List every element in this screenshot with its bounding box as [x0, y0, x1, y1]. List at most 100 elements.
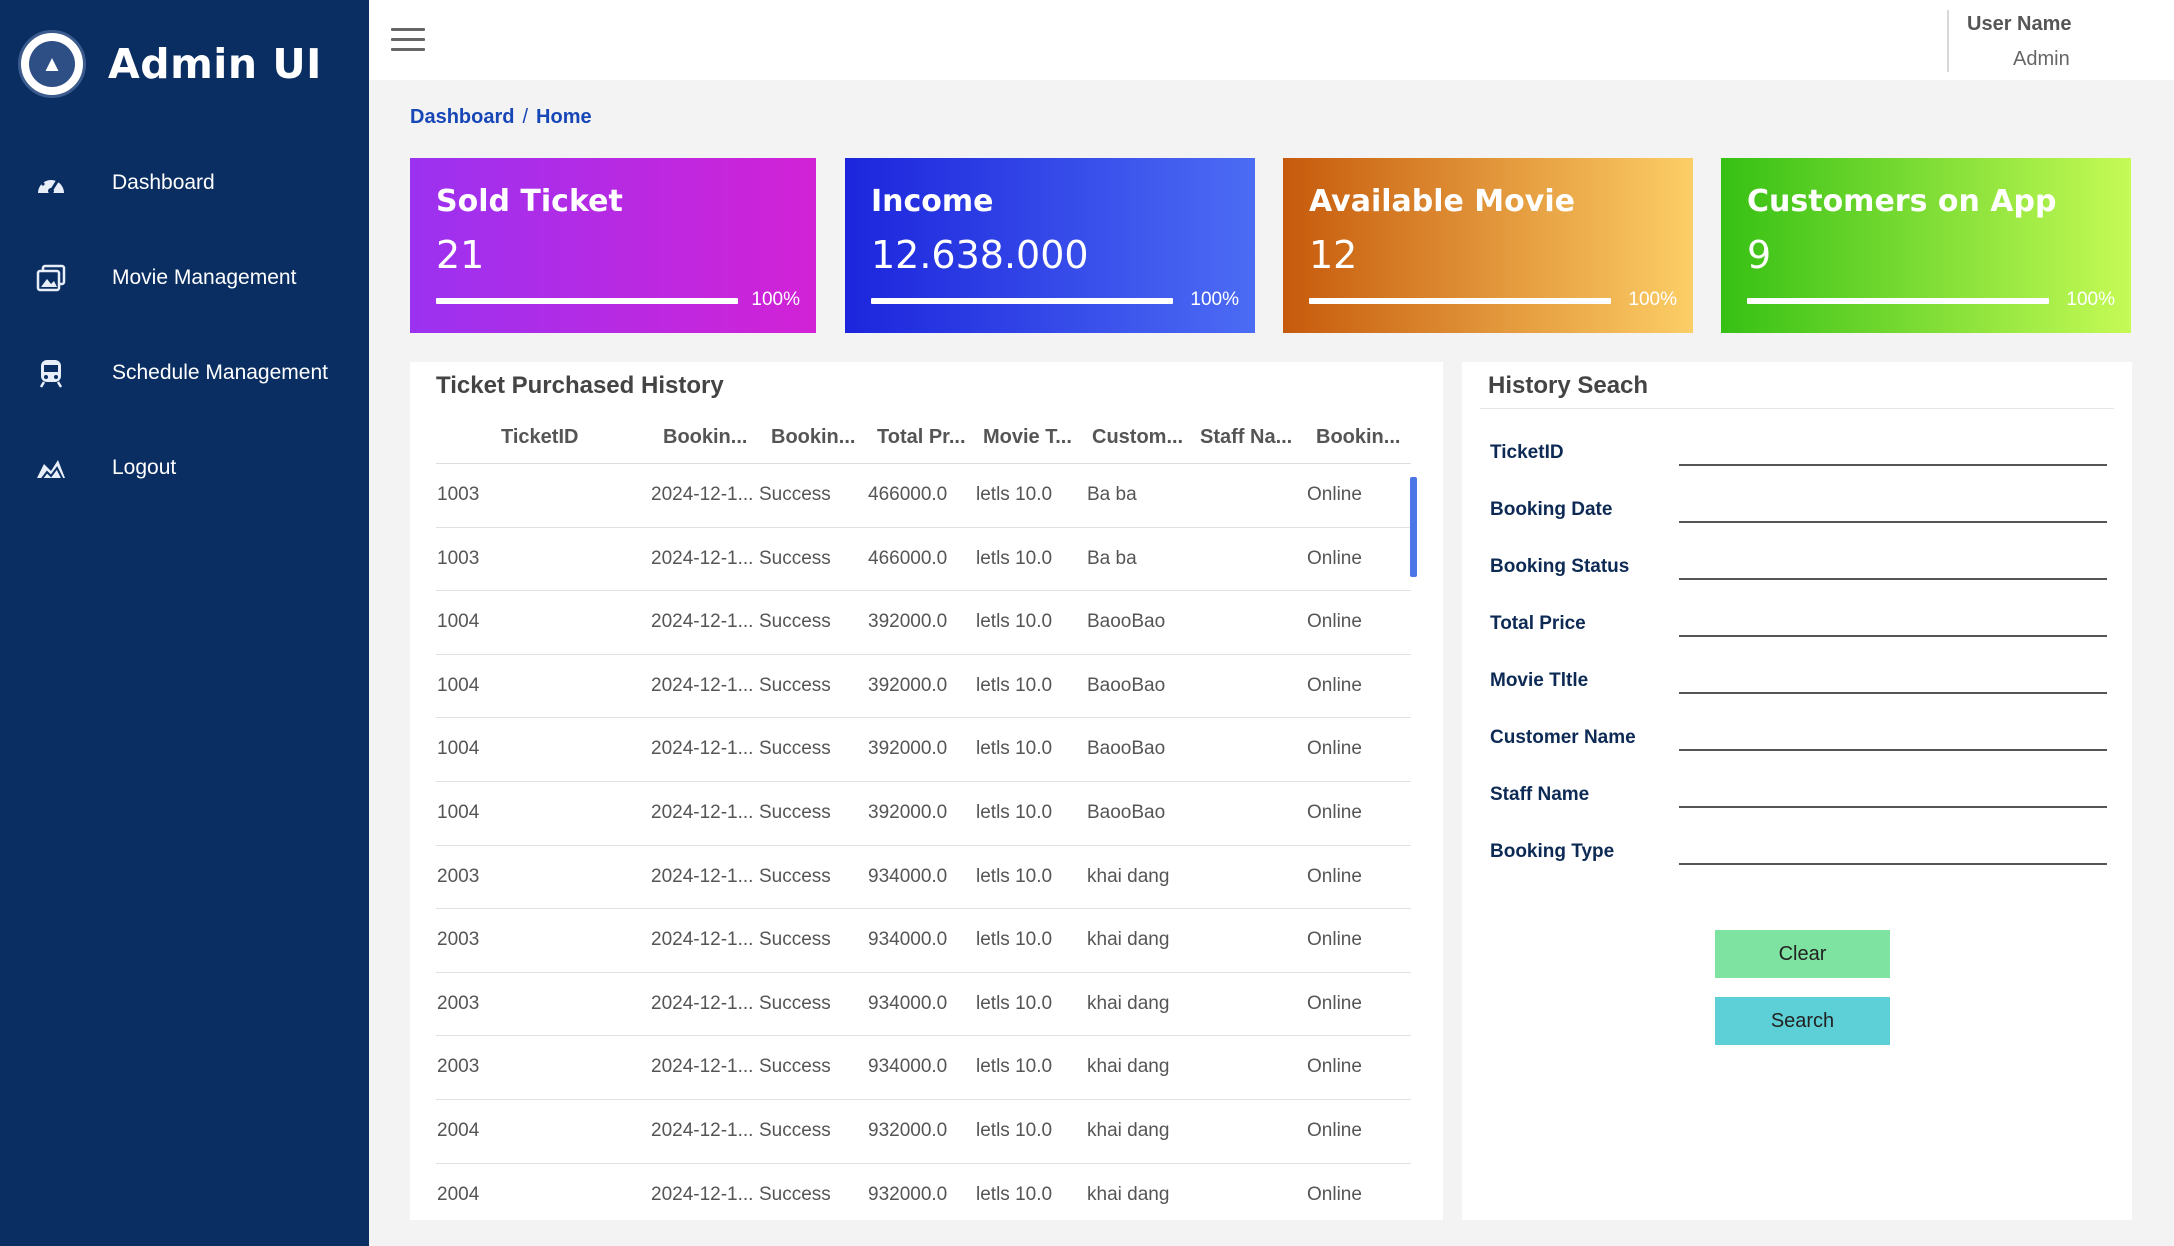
- cell-booking-type: Online: [1307, 738, 1362, 760]
- customer-name-label: Customer Name: [1490, 727, 1636, 748]
- app-title: Admin UI: [108, 40, 322, 88]
- card-progress-bar: [436, 298, 738, 304]
- card-title: Income: [871, 184, 994, 219]
- column-header-customer[interactable]: Custom...: [1092, 426, 1183, 449]
- card-title: Sold Ticket: [436, 184, 623, 219]
- cell-booking-status: Success: [759, 484, 831, 505]
- sidebar-item-logout[interactable]: Logout: [0, 420, 369, 515]
- cell-booking-date: 2024-12-1...: [651, 674, 754, 696]
- sidebar-item-label: Movie Management: [112, 265, 297, 289]
- search-button[interactable]: Search: [1715, 997, 1890, 1045]
- customer-name-field[interactable]: [1679, 719, 2107, 751]
- table-row[interactable]: 1003 2024-12-1... Success 466000.0 letls 10.…: [436, 528, 1411, 592]
- card-value: 12: [1309, 233, 1358, 277]
- cell-ticketid: 1004: [437, 674, 480, 696]
- cell-ticketid: 1003: [437, 484, 480, 505]
- table-row[interactable]: 1004 2024-12-1... Success 392000.0 letls 10.…: [436, 591, 1411, 655]
- cell-booking-date: 2024-12-1...: [651, 929, 754, 951]
- cell-ticketid: 1004: [437, 738, 480, 760]
- card-progress-bar: [1747, 298, 2049, 304]
- table-scrollbar[interactable]: [1410, 477, 1417, 577]
- table-row[interactable]: 1003 2024-12-1... Success 466000.0 letls 10.…: [436, 464, 1411, 528]
- sidebar-item-dashboard[interactable]: Dashboard: [0, 135, 369, 230]
- cell-booking-status: Success: [759, 1056, 831, 1078]
- sidebar-nav: Dashboard Movie Management Schedule Mana…: [0, 135, 369, 515]
- cell-movie-title: letls 10.0: [976, 1183, 1053, 1204]
- sidebar-item-label: Dashboard: [112, 170, 215, 194]
- cell-total-price: 932000.0: [868, 1119, 948, 1141]
- table-row[interactable]: 1004 2024-12-1... Success 392000.0 letls 10.…: [436, 655, 1411, 719]
- ticketid-label: TicketID: [1490, 442, 1564, 463]
- booking-type-field[interactable]: [1679, 833, 2107, 865]
- column-header-movie-title[interactable]: Movie T...: [983, 426, 1072, 449]
- stat-card-available-movie: Available Movie 12 100%: [1283, 158, 1693, 333]
- cell-booking-type: Online: [1307, 484, 1362, 505]
- cell-customer: BaooBao: [1087, 801, 1166, 823]
- booking-type-label: Booking Type: [1490, 841, 1615, 862]
- cell-total-price: 934000.0: [868, 865, 948, 887]
- cell-movie-title: letls 10.0: [976, 929, 1053, 951]
- clear-button[interactable]: Clear: [1715, 930, 1890, 978]
- sidebar: ▲ Admin UI Dashboard Movie Management Sc…: [0, 0, 369, 1246]
- gauge-icon: [34, 166, 68, 200]
- cell-movie-title: letls 10.0: [976, 674, 1053, 696]
- cell-ticketid: 1004: [437, 611, 480, 633]
- cell-movie-title: letls 10.0: [976, 865, 1053, 887]
- cell-ticketid: 1004: [437, 801, 480, 823]
- cell-booking-date: 2024-12-1...: [651, 1056, 754, 1078]
- column-header-booking-status[interactable]: Bookin...: [771, 426, 855, 449]
- card-value: 12.638.000: [871, 233, 1089, 277]
- column-header-booking-date[interactable]: Bookin...: [663, 426, 747, 449]
- cell-customer: BaooBao: [1087, 674, 1166, 696]
- cell-total-price: 934000.0: [868, 1056, 948, 1078]
- table-row[interactable]: 2003 2024-12-1... Success 934000.0 letls 10.…: [436, 846, 1411, 910]
- menu-toggle-icon[interactable]: [391, 28, 425, 54]
- table-row[interactable]: 2003 2024-12-1... Success 934000.0 letls 10.…: [436, 973, 1411, 1037]
- cell-movie-title: letls 10.0: [976, 484, 1053, 505]
- cell-customer: BaooBao: [1087, 611, 1166, 633]
- ticketid-field[interactable]: [1679, 434, 2107, 466]
- table-row[interactable]: 2003 2024-12-1... Success 934000.0 letls 10.…: [436, 909, 1411, 973]
- cell-total-price: 932000.0: [868, 1183, 948, 1204]
- table-row[interactable]: 2004 2024-12-1... Success 932000.0 letls 10.…: [436, 1164, 1411, 1204]
- cell-customer: khai dang: [1087, 992, 1170, 1014]
- column-header-staff-name[interactable]: Staff Na...: [1200, 426, 1292, 449]
- staff-name-label: Staff Name: [1490, 784, 1590, 805]
- booking-date-field[interactable]: [1679, 491, 2107, 523]
- cell-booking-date: 2024-12-1...: [651, 738, 754, 760]
- cell-movie-title: letls 10.0: [976, 547, 1053, 569]
- column-header-total-price[interactable]: Total Pr...: [877, 426, 966, 449]
- staff-name-field[interactable]: [1679, 776, 2107, 808]
- total-price-field[interactable]: [1679, 605, 2107, 637]
- table-row[interactable]: 1004 2024-12-1... Success 392000.0 letls 10.…: [436, 782, 1411, 846]
- cell-total-price: 392000.0: [868, 801, 948, 823]
- cell-customer: khai dang: [1087, 1183, 1170, 1204]
- cell-customer: khai dang: [1087, 1119, 1170, 1141]
- cell-booking-type: Online: [1307, 1183, 1362, 1204]
- user-info[interactable]: User Name Admin: [1947, 10, 2167, 72]
- table-row[interactable]: 2003 2024-12-1... Success 934000.0 letls 10.…: [436, 1036, 1411, 1100]
- breadcrumb-home[interactable]: Home: [536, 106, 592, 128]
- cell-ticketid: 2004: [437, 1183, 480, 1204]
- sidebar-item-movie-management[interactable]: Movie Management: [0, 230, 369, 325]
- card-progress-label: 100%: [1628, 289, 1677, 310]
- sidebar-item-schedule-management[interactable]: Schedule Management: [0, 325, 369, 420]
- column-header-booking-type[interactable]: Bookin...: [1316, 426, 1400, 449]
- table-row[interactable]: 2004 2024-12-1... Success 932000.0 letls 10.…: [436, 1100, 1411, 1164]
- breadcrumb-dashboard[interactable]: Dashboard: [410, 106, 514, 128]
- card-progress-label: 100%: [2066, 289, 2115, 310]
- logout-icon: [34, 451, 68, 485]
- cell-total-price: 466000.0: [868, 547, 948, 569]
- cell-booking-type: Online: [1307, 801, 1362, 823]
- cell-booking-date: 2024-12-1...: [651, 1119, 754, 1141]
- column-header-ticketid[interactable]: TicketID: [501, 426, 578, 449]
- cell-ticketid: 2003: [437, 929, 480, 951]
- booking-status-field[interactable]: [1679, 548, 2107, 580]
- table-row[interactable]: 1004 2024-12-1... Success 392000.0 letls 10.…: [436, 718, 1411, 782]
- cell-total-price: 392000.0: [868, 738, 948, 760]
- brand: ▲ Admin UI: [18, 30, 322, 98]
- card-progress-label: 100%: [1190, 289, 1239, 310]
- cell-booking-status: Success: [759, 611, 831, 633]
- movie-title-field[interactable]: [1679, 662, 2107, 694]
- cell-ticketid: 2003: [437, 1056, 480, 1078]
